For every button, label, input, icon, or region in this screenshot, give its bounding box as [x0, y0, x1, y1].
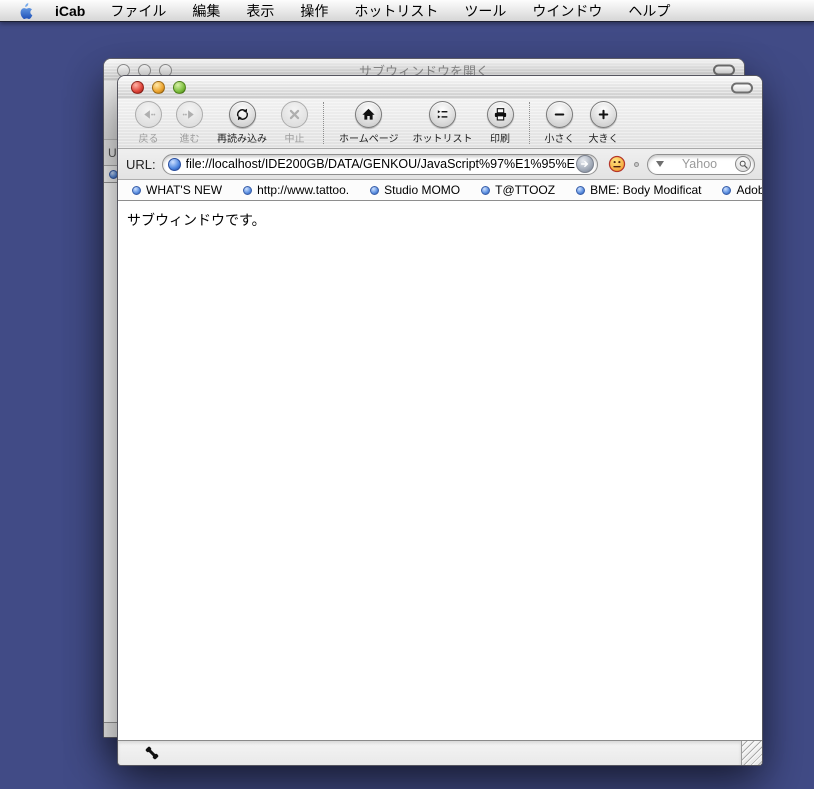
toolbar-separator	[323, 101, 324, 144]
bookmark-globe-icon	[370, 185, 380, 195]
menu-item[interactable]: 表示	[233, 1, 287, 21]
bookmark-item[interactable]: T@TTOOZ	[481, 183, 555, 197]
search-button[interactable]	[735, 156, 751, 172]
page-content: サブウィンドウです。	[118, 201, 762, 740]
menu-item[interactable]: 操作	[287, 1, 341, 21]
home-button[interactable]: ホームページ	[339, 100, 399, 145]
bookmark-item[interactable]: Studio MOMO	[370, 183, 460, 197]
collapse-button[interactable]	[731, 82, 753, 93]
print-icon	[486, 100, 514, 128]
bookmark-item[interactable]: BME: Body Modificat	[576, 183, 701, 197]
forward-button: 進む	[176, 100, 203, 145]
bookmark-item[interactable]: http://www.tattoo.	[243, 183, 349, 197]
bookmark-label: http://www.tattoo.	[257, 183, 350, 197]
status-message-area	[118, 741, 741, 765]
search-engine-dropdown-icon[interactable]	[656, 161, 664, 167]
back-icon	[135, 100, 162, 128]
bookmark-globe-icon	[481, 185, 491, 195]
window-controls	[131, 81, 186, 94]
html-validity-smiley-icon[interactable]	[608, 155, 626, 173]
menu-item[interactable]: ホットリスト	[341, 1, 451, 21]
bookmark-item[interactable]: WHAT'S NEW	[132, 183, 222, 197]
minus-button[interactable]: 小さく	[544, 100, 575, 145]
plus-button[interactable]: 大きく	[588, 100, 619, 145]
bookmark-label: Adobe Sol	[736, 183, 762, 197]
url-input[interactable]: file://localhost/IDE200GB/DATA/GENKOU/Ja…	[161, 153, 598, 175]
plus-icon	[590, 100, 617, 128]
page-text: サブウィンドウです。	[127, 212, 266, 228]
print-button[interactable]: 印刷	[486, 100, 514, 145]
menu-app-icab[interactable]: iCab	[43, 3, 97, 19]
search-engine-label: Yahoo	[681, 157, 718, 171]
globe-icon	[167, 157, 181, 171]
bookmark-globe-icon	[722, 185, 732, 195]
toolbar-separator	[528, 101, 530, 144]
hotlist-button[interactable]: ホットリスト	[412, 100, 473, 145]
toolbar-button-label: 大きく	[588, 133, 619, 145]
toolbar-button-label: 中止	[284, 133, 305, 145]
go-button[interactable]	[576, 155, 594, 173]
back-button: 戻る	[135, 100, 162, 145]
bookmark-item[interactable]: Adobe Sol	[722, 183, 762, 197]
home-icon	[355, 100, 383, 128]
reload-button[interactable]: 再読み込み	[217, 100, 267, 145]
forward-icon	[176, 100, 203, 128]
reload-icon	[228, 100, 256, 128]
hotlist-icon	[429, 100, 456, 128]
bookmark-label: BME: Body Modificat	[590, 183, 702, 197]
bookmark-label: WHAT'S NEW	[146, 183, 223, 197]
bookmark-globe-icon	[243, 185, 253, 195]
toolbar-button-label: 進む	[179, 133, 200, 145]
resize-grip[interactable]	[741, 741, 762, 765]
menu-item[interactable]: ツール	[451, 1, 519, 21]
search-input[interactable]: Yahoo	[647, 153, 755, 175]
minimize-button[interactable]	[152, 81, 165, 94]
url-value[interactable]: file://localhost/IDE200GB/DATA/GENKOU/Ja…	[186, 157, 576, 171]
window-titlebar[interactable]	[118, 76, 762, 99]
toolbar-button-label: ホームページ	[339, 133, 399, 145]
toolbar-buttons: 戻る 進む 再読み込み 中止 ホームページ ホットリスト 印刷 小さく 大きく	[118, 99, 762, 149]
toolbar-button-label: 小さく	[544, 133, 575, 145]
icab-window: 戻る 進む 再読み込み 中止 ホームページ ホットリスト 印刷 小さく 大きく URL: fil…	[117, 75, 763, 766]
toolbar-button-label: 戻る	[138, 133, 159, 145]
toolbar-button-label: 印刷	[490, 133, 510, 145]
bookmarks-bar: WHAT'S NEW http://www.tattoo. Studio MOMO T…	[118, 180, 762, 201]
toolbar-button-label: 再読み込み	[217, 133, 267, 145]
menu-item[interactable]: ウインドウ	[519, 1, 615, 21]
status-dot-icon	[634, 161, 639, 167]
stop-icon	[281, 100, 308, 128]
url-label: URL:	[126, 156, 156, 172]
menu-bar: iCab ファイル 編集 表示 操作 ホットリスト ツール ウインドウ ヘルプ	[0, 0, 814, 22]
zoom-button[interactable]	[173, 81, 186, 94]
menu-item[interactable]: 編集	[179, 1, 233, 21]
menu-item[interactable]: ファイル	[97, 1, 179, 21]
bookmark-label: T@TTOOZ	[495, 183, 556, 197]
menu-items: ファイル 編集 表示 操作 ホットリスト ツール ウインドウ ヘルプ	[97, 1, 683, 21]
bookmark-label: Studio MOMO	[384, 183, 461, 197]
url-row: URL: file://localhost/IDE200GB/DATA/GENK…	[118, 149, 762, 180]
close-button[interactable]	[131, 81, 144, 94]
bookmark-globe-icon	[576, 185, 586, 195]
status-bar	[118, 740, 762, 765]
bookmark-globe-icon	[132, 185, 141, 195]
toolbar-button-label: ホットリスト	[412, 133, 473, 145]
menu-item[interactable]: ヘルプ	[615, 1, 683, 21]
collapse-button[interactable]	[713, 64, 735, 76]
stop-button: 中止	[281, 100, 308, 145]
minus-icon	[546, 100, 573, 128]
phone-icon	[144, 745, 160, 761]
apple-menu[interactable]	[18, 2, 33, 20]
